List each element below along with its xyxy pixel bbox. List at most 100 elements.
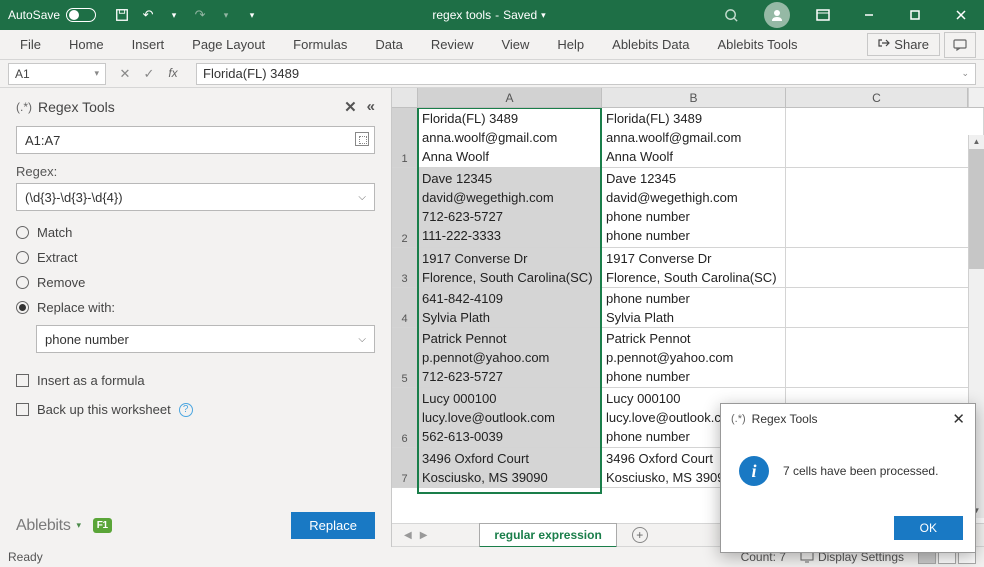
select-all-corner[interactable] xyxy=(392,88,418,107)
radio-replace[interactable]: Replace with: xyxy=(16,300,375,315)
col-header-a[interactable]: A xyxy=(418,88,602,107)
tab-home[interactable]: Home xyxy=(55,30,118,60)
radio-remove[interactable]: Remove xyxy=(16,275,375,290)
cell[interactable] xyxy=(786,168,984,247)
cell[interactable]: Dave 12345 david@wegethigh.com phone num… xyxy=(602,168,786,247)
cell[interactable]: 3496 Oxford Court Kosciusko, MS 39090 xyxy=(418,448,602,487)
pane-header: (.*) Regex Tools ✕ « xyxy=(16,96,375,126)
qat-customize-icon[interactable]: ▾ xyxy=(244,7,260,23)
sheet-prev-icon[interactable]: ◀ xyxy=(404,530,412,541)
tab-review[interactable]: Review xyxy=(417,30,488,60)
checkbox-backup-label: Back up this worksheet xyxy=(37,402,171,417)
formula-input[interactable]: Florida(FL) 3489 ⌄ xyxy=(196,63,976,85)
enter-icon[interactable]: ✓ xyxy=(140,66,158,82)
col-header-c[interactable]: C xyxy=(786,88,968,107)
cell[interactable] xyxy=(786,108,984,167)
tab-help[interactable]: Help xyxy=(543,30,598,60)
autosave-toggle[interactable]: AutoSave xyxy=(0,8,104,22)
redo-dropdown-icon[interactable]: ▾ xyxy=(218,7,234,23)
cell[interactable]: 1917 Converse Dr Florence, South Carolin… xyxy=(418,248,602,287)
checkbox-formula[interactable]: Insert as a formula xyxy=(16,373,375,388)
dialog-message: 7 cells have been processed. xyxy=(783,464,938,478)
tab-data[interactable]: Data xyxy=(361,30,416,60)
replace-value: phone number xyxy=(45,332,129,347)
pane-collapse-icon[interactable]: « xyxy=(367,98,375,116)
cell[interactable] xyxy=(786,328,984,387)
table-row: 2Dave 12345 david@wegethigh.com 712-623-… xyxy=(392,168,984,248)
file-name: regex tools xyxy=(432,8,491,22)
cell[interactable]: Florida(FL) 3489 anna.woolf@gmail.com An… xyxy=(602,108,786,167)
help-icon[interactable]: ? xyxy=(179,403,193,417)
scroll-thumb[interactable] xyxy=(969,149,984,269)
row-number[interactable]: 4 xyxy=(392,288,418,327)
tab-insert[interactable]: Insert xyxy=(118,30,179,60)
scroll-up-icon[interactable]: ▲ xyxy=(969,135,984,149)
undo-dropdown-icon[interactable]: ▾ xyxy=(166,7,182,23)
row-number[interactable]: 2 xyxy=(392,168,418,247)
row-number[interactable]: 5 xyxy=(392,328,418,387)
row-number[interactable]: 6 xyxy=(392,388,418,447)
cell[interactable]: phone number Sylvia Plath xyxy=(602,288,786,327)
fx-icon[interactable]: fx xyxy=(164,66,182,82)
cell[interactable]: Lucy 000100 lucy.love@outlook.com 562-61… xyxy=(418,388,602,447)
cell[interactable] xyxy=(786,288,984,327)
row-number[interactable]: 3 xyxy=(392,248,418,287)
tab-formulas[interactable]: Formulas xyxy=(279,30,361,60)
range-input[interactable] xyxy=(16,126,375,154)
add-sheet-button[interactable]: + xyxy=(629,524,651,546)
tab-file[interactable]: File xyxy=(6,30,55,60)
replace-value-input[interactable]: phone number ⌵ xyxy=(36,325,375,353)
avatar-icon xyxy=(764,2,790,28)
cell[interactable]: 1917 Converse Dr Florence, South Carolin… xyxy=(602,248,786,287)
dialog-titlebar: (.*) Regex Tools ✕ xyxy=(721,404,975,434)
col-header-b[interactable]: B xyxy=(602,88,786,107)
share-button[interactable]: Share xyxy=(867,33,940,56)
cell[interactable]: Florida(FL) 3489 anna.woolf@gmail.com An… xyxy=(418,108,602,167)
radio-extract[interactable]: Extract xyxy=(16,250,375,265)
sheet-tab-active[interactable]: regular expression xyxy=(479,523,616,548)
tab-view[interactable]: View xyxy=(487,30,543,60)
title-separator: - xyxy=(495,8,499,22)
ribbon-display-icon[interactable] xyxy=(800,0,846,30)
cell[interactable] xyxy=(786,248,984,287)
maximize-button[interactable] xyxy=(892,0,938,30)
cancel-icon[interactable]: ✕ xyxy=(116,66,134,82)
row-number[interactable]: 7 xyxy=(392,448,418,487)
ablebits-logo[interactable]: Ablebits ▾ F1 xyxy=(16,517,112,535)
checkbox-backup[interactable]: Back up this worksheet ? xyxy=(16,402,375,417)
undo-icon[interactable]: ↶ xyxy=(140,7,156,23)
window-title: regex tools - Saved ▾ xyxy=(270,8,708,22)
cell[interactable]: Dave 12345 david@wegethigh.com 712-623-5… xyxy=(418,168,602,247)
search-icon[interactable] xyxy=(708,0,754,30)
redo-icon[interactable]: ↷ xyxy=(192,7,208,23)
minimize-button[interactable] xyxy=(846,0,892,30)
tab-ablebits-data[interactable]: Ablebits Data xyxy=(598,30,703,60)
table-row: 5Patrick Pennot p.pennot@yahoo.com 712-6… xyxy=(392,328,984,388)
chevron-down-icon: ▾ xyxy=(94,68,99,79)
dialog-close-icon[interactable]: ✕ xyxy=(952,410,965,428)
cell[interactable]: 641-842-4109 Sylvia Plath xyxy=(418,288,602,327)
regex-input[interactable]: (\d{3}-\d{3}-\d{4}) ⌵ xyxy=(16,183,375,211)
save-icon[interactable] xyxy=(114,7,130,23)
chevron-down-icon[interactable]: ▾ xyxy=(541,10,546,21)
action-radio-group: Match Extract Remove Replace with: phone… xyxy=(16,225,375,353)
regex-label: Regex: xyxy=(16,164,375,179)
radio-match[interactable]: Match xyxy=(16,225,375,240)
close-button[interactable] xyxy=(938,0,984,30)
row-number[interactable]: 1 xyxy=(392,108,418,167)
replace-button[interactable]: Replace xyxy=(291,512,375,539)
cell[interactable]: Patrick Pennot p.pennot@yahoo.com 712-62… xyxy=(418,328,602,387)
comments-button[interactable] xyxy=(944,32,976,58)
cell[interactable]: Patrick Pennot p.pennot@yahoo.com phone … xyxy=(602,328,786,387)
expand-formula-icon[interactable]: ⌄ xyxy=(961,68,969,79)
ribbon-tabs: File Home Insert Page Layout Formulas Da… xyxy=(0,30,984,60)
pane-close-icon[interactable]: ✕ xyxy=(344,98,357,116)
f1-badge: F1 xyxy=(93,518,112,533)
user-avatar[interactable] xyxy=(754,0,800,30)
tab-ablebits-tools[interactable]: Ablebits Tools xyxy=(703,30,811,60)
range-selector-icon[interactable] xyxy=(355,132,369,146)
tab-page-layout[interactable]: Page Layout xyxy=(178,30,279,60)
name-box[interactable]: A1 ▾ xyxy=(8,63,106,85)
sheet-next-icon[interactable]: ▶ xyxy=(420,530,428,541)
ok-button[interactable]: OK xyxy=(894,516,963,540)
